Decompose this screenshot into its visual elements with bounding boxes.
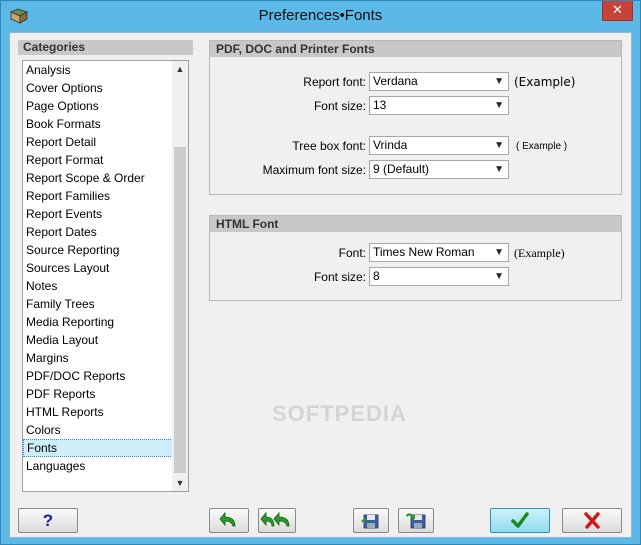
scroll-thumb[interactable] [174,147,186,473]
window-title: Preferences•Fonts [258,7,383,24]
html-font-select[interactable]: Times New Roman ▼ [369,243,509,262]
font-size-label: Font size: [313,99,366,113]
category-item[interactable]: Report Detail [23,133,173,151]
max-font-size-label: Maximum font size: [262,163,366,177]
category-item[interactable]: Page Options [23,97,173,115]
category-item[interactable]: Report Format [23,151,173,169]
html-font-example: (Example) [514,246,565,260]
categories-scrollbar[interactable]: ▲ ▼ [172,61,188,491]
category-item[interactable]: Analysis [23,61,173,79]
html-font-size-value: 8 [373,269,380,283]
save-icon [354,509,388,532]
title-bar: Preferences•Fonts ✕ [1,1,640,32]
category-item[interactable]: Report Events [23,205,173,223]
load-button[interactable] [398,508,434,533]
category-item[interactable]: HTML Reports [23,403,173,421]
category-item[interactable]: Source Reporting [23,241,173,259]
category-item[interactable]: PDF Reports [23,385,173,403]
watermark-text: SOFTPEDIA [272,401,407,426]
tree-box-font-example: ( Example ) [516,141,568,152]
preferences-window: Preferences•Fonts ✕ Categories Analysis C… [0,0,641,545]
category-item[interactable]: Margins [23,349,173,367]
chevron-down-icon: ▼ [494,247,504,258]
category-item[interactable]: Cover Options [23,79,173,97]
report-font-label: Report font: [303,75,366,89]
category-item[interactable]: Sources Layout [23,259,173,277]
category-item[interactable]: PDF/DOC Reports [23,367,173,385]
undo-icon [210,509,248,532]
chevron-down-icon: ▼ [494,271,504,282]
undo-all-button[interactable] [258,508,296,533]
categories-header: Categories [18,40,193,55]
max-font-size-value: 9 (Default) [373,162,430,176]
chevron-down-icon: ▼ [494,164,504,175]
chevron-down-icon: ▼ [494,76,504,87]
html-font-size-label: Font size: [313,270,366,284]
category-item[interactable]: Media Layout [23,331,173,349]
category-item[interactable]: Report Dates [23,223,173,241]
category-item[interactable]: Media Reporting [23,313,173,331]
html-font-value: Times New Roman [373,245,475,259]
categories-list[interactable]: Analysis Cover Options Page Options Book Fo… [22,60,189,492]
category-item[interactable]: Report Scope & Order [23,169,173,187]
html-font-group: HTML Font Font: Times New Roman ▼ (Exampl… [209,215,622,301]
category-item[interactable]: Family Trees [23,295,173,313]
categories-items: Analysis Cover Options Page Options Book Fo… [23,61,173,491]
chevron-down-icon: ▼ [494,140,504,151]
category-item[interactable]: Fonts [23,439,173,457]
font-size-select[interactable]: 13 ▼ [369,96,509,115]
category-item[interactable]: Colors [23,421,173,439]
cross-icon [563,509,621,532]
html-font-label: Font: [338,246,366,260]
dialog-body: Categories Analysis Cover Options Page Opt… [9,32,632,538]
help-button[interactable]: ? [18,508,78,533]
category-item[interactable]: Notes [23,277,173,295]
load-icon [399,509,433,532]
html-font-title: HTML Font [210,216,621,232]
category-item[interactable]: Languages [23,457,173,475]
checkmark-icon [491,509,549,532]
chevron-down-icon: ▼ [494,100,504,111]
report-font-value: Verdana [373,74,418,88]
tree-box-font-label: Tree box font: [292,139,366,153]
close-button[interactable]: ✕ [602,1,633,21]
tree-box-font-select[interactable]: Vrinda ▼ [369,136,509,155]
scroll-up-icon[interactable]: ▲ [172,61,188,77]
max-font-size-select[interactable]: 9 (Default) ▼ [369,160,509,179]
font-size-value: 13 [373,98,387,112]
pdf-fonts-group: PDF, DOC and Printer Fonts Report font: … [209,40,622,195]
pdf-fonts-title: PDF, DOC and Printer Fonts [210,41,621,57]
ok-button[interactable] [490,508,550,533]
category-item[interactable]: Book Formats [23,115,173,133]
report-font-select[interactable]: Verdana ▼ [369,72,509,91]
category-item[interactable]: Report Families [23,187,173,205]
cancel-button[interactable] [562,508,622,533]
undo-all-icon [259,509,295,532]
undo-button[interactable] [209,508,249,533]
tree-box-font-value: Vrinda [373,138,408,152]
save-button[interactable] [353,508,389,533]
html-font-size-select[interactable]: 8 ▼ [369,267,509,286]
scroll-down-icon[interactable]: ▼ [172,475,188,491]
report-font-example: (Example) [514,75,576,89]
